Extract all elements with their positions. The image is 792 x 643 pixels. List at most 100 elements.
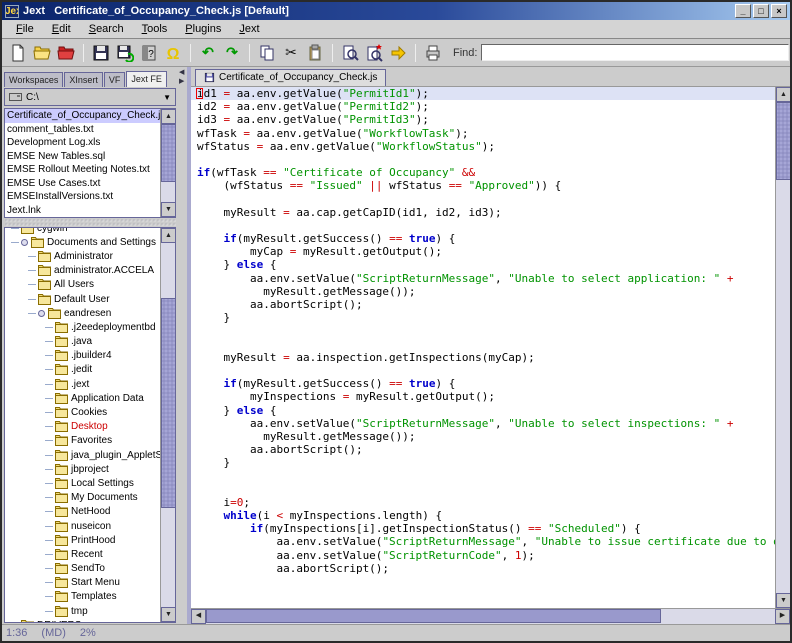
file-list-item[interactable]: EMSE New Tables.sql <box>5 150 160 164</box>
close-file-icon[interactable] <box>55 43 77 63</box>
tree-item[interactable]: java_plugin_AppletStore <box>5 448 160 462</box>
scrollbar-thumb[interactable] <box>161 124 176 182</box>
tree-connector <box>45 611 53 612</box>
tree-item[interactable]: Local Settings <box>5 476 160 490</box>
tree-item[interactable]: .j2eedeploymentbd <box>5 320 160 334</box>
file-list-item[interactable]: Certificate_of_Occupancy_Check.js <box>5 109 160 123</box>
jext-window: Jext Jext Certificate_of_Occupancy_Check… <box>0 0 792 643</box>
editor-tab[interactable]: Certificate_of_Occupancy_Check.js <box>195 69 386 86</box>
scroll-up-icon[interactable]: ▲ <box>161 228 176 243</box>
tree-item[interactable]: Documents and Settings <box>5 235 160 249</box>
scroll-down-icon[interactable]: ▼ <box>161 202 176 217</box>
menu-edit[interactable]: Edit <box>44 21 79 37</box>
file-list-scrollbar[interactable]: ▲ ▼ <box>160 109 175 217</box>
expand-handle-icon[interactable] <box>21 239 28 246</box>
menu-plugins[interactable]: Plugins <box>177 21 229 37</box>
tree-item[interactable]: cygwin <box>5 227 160 235</box>
horizontal-splitter[interactable] <box>4 218 176 227</box>
tab-jext-fe[interactable]: Jext FE <box>126 71 167 87</box>
tree-item[interactable]: .java <box>5 335 160 349</box>
editor-vscrollbar[interactable]: ▲ ▼ <box>775 87 790 608</box>
code-line: aa.abortScript(); <box>191 298 775 311</box>
scroll-down-icon[interactable]: ▼ <box>776 593 791 608</box>
tab-vf[interactable]: VF <box>104 72 126 87</box>
expand-handle-icon[interactable] <box>38 310 45 317</box>
code-line: myResult = aa.cap.getCapID(id1, id2, id3… <box>191 206 775 219</box>
scroll-up-icon[interactable]: ▲ <box>161 109 176 124</box>
tree-item[interactable]: tmp <box>5 604 160 618</box>
tree-item[interactable]: Default User <box>5 292 160 306</box>
code-line: myResult = aa.inspection.getInspections(… <box>191 351 775 364</box>
tree-item[interactable]: NetHood <box>5 505 160 519</box>
scroll-left-icon[interactable]: ◀ <box>191 609 206 624</box>
tree-item[interactable]: Start Menu <box>5 576 160 590</box>
scroll-right-icon[interactable]: ▶ <box>775 609 790 624</box>
open-file-icon[interactable] <box>31 43 53 63</box>
scrollbar-thumb[interactable] <box>206 609 661 623</box>
find-icon[interactable] <box>339 43 361 63</box>
vertical-splitter[interactable]: ◀ ▶ <box>178 67 191 624</box>
scroll-up-icon[interactable]: ▲ <box>776 87 791 102</box>
menu-file[interactable]: File <box>8 21 42 37</box>
undo-icon[interactable]: ↶ <box>197 43 219 63</box>
tree-item[interactable]: Desktop <box>5 420 160 434</box>
tree-item[interactable]: Application Data <box>5 391 160 405</box>
tree-item[interactable]: My Documents <box>5 491 160 505</box>
editor-hscrollbar[interactable]: ◀ ▶ <box>191 608 790 624</box>
file-list-item[interactable]: comment_tables.txt <box>5 123 160 137</box>
file-list-item[interactable]: EMSEInstallVersions.txt <box>5 190 160 204</box>
save-file-icon[interactable] <box>90 43 112 63</box>
scroll-down-icon[interactable]: ▼ <box>161 607 176 622</box>
close-button[interactable]: × <box>771 4 787 18</box>
expand-right-icon[interactable]: ▶ <box>179 78 184 85</box>
drive-combobox[interactable]: C:\ ▼ <box>4 88 176 106</box>
tree-item[interactable]: eandresen <box>5 306 160 320</box>
tree-item[interactable]: All Users <box>5 278 160 292</box>
copy-icon[interactable] <box>256 43 278 63</box>
tab-workspaces[interactable]: Workspaces <box>4 72 63 87</box>
tree-item[interactable]: PrintHood <box>5 533 160 547</box>
file-list-item[interactable]: Development Log.xls <box>5 136 160 150</box>
tree-item[interactable]: .jext <box>5 377 160 391</box>
tree-item[interactable]: administrator.ACCELA <box>5 264 160 278</box>
file-list-item[interactable]: EMSE Use Cases.txt <box>5 177 160 191</box>
tree-item[interactable]: SendTo <box>5 562 160 576</box>
paste-icon[interactable] <box>304 43 326 63</box>
print-icon[interactable] <box>422 43 444 63</box>
tree-item[interactable]: Recent <box>5 547 160 561</box>
minimize-button[interactable]: _ <box>735 4 751 18</box>
tree-item[interactable]: .jbuilder4 <box>5 349 160 363</box>
tab-xinsert[interactable]: XInsert <box>64 72 103 87</box>
scrollbar-thumb[interactable] <box>161 298 176 508</box>
code-area[interactable]: id1 = aa.env.getValue("PermitId1");id2 =… <box>191 87 775 608</box>
omega-icon[interactable]: Ω <box>162 43 184 63</box>
find-input[interactable] <box>481 44 789 61</box>
file-list-item[interactable]: EMSE Rollout Meeting Notes.txt <box>5 163 160 177</box>
tree-item[interactable]: Templates <box>5 590 160 604</box>
tree-item[interactable]: nuseicon <box>5 519 160 533</box>
tree-item[interactable]: .jedit <box>5 363 160 377</box>
tree-item[interactable]: Cookies <box>5 405 160 419</box>
titlebar[interactable]: Jext Jext Certificate_of_Occupancy_Check… <box>2 2 790 20</box>
find-replace-icon[interactable] <box>363 43 385 63</box>
tree-item[interactable]: Administrator <box>5 249 160 263</box>
cut-icon[interactable]: ✂ <box>280 43 302 63</box>
tree-item[interactable]: Favorites <box>5 434 160 448</box>
menu-jext[interactable]: Jext <box>231 21 267 37</box>
find-next-icon[interactable] <box>387 43 409 63</box>
menu-search[interactable]: Search <box>81 21 132 37</box>
tree-item[interactable]: jbproject <box>5 462 160 476</box>
file-list-item[interactable]: Jext.lnk <box>5 204 160 218</box>
new-file-icon[interactable] <box>7 43 29 63</box>
redo-icon[interactable]: ↷ <box>221 43 243 63</box>
document-properties-icon[interactable]: ? <box>138 43 160 63</box>
tree-scrollbar[interactable]: ▲ ▼ <box>160 228 175 622</box>
maximize-button[interactable]: □ <box>753 4 769 18</box>
tree-item-label: Templates <box>71 591 117 602</box>
tree-item[interactable]: DRIVERS <box>5 618 160 622</box>
tree-item-label: .java <box>71 336 92 347</box>
save-all-icon[interactable] <box>114 43 136 63</box>
collapse-left-icon[interactable]: ◀ <box>179 69 184 76</box>
menu-tools[interactable]: Tools <box>134 21 176 37</box>
scrollbar-thumb[interactable] <box>776 102 791 180</box>
